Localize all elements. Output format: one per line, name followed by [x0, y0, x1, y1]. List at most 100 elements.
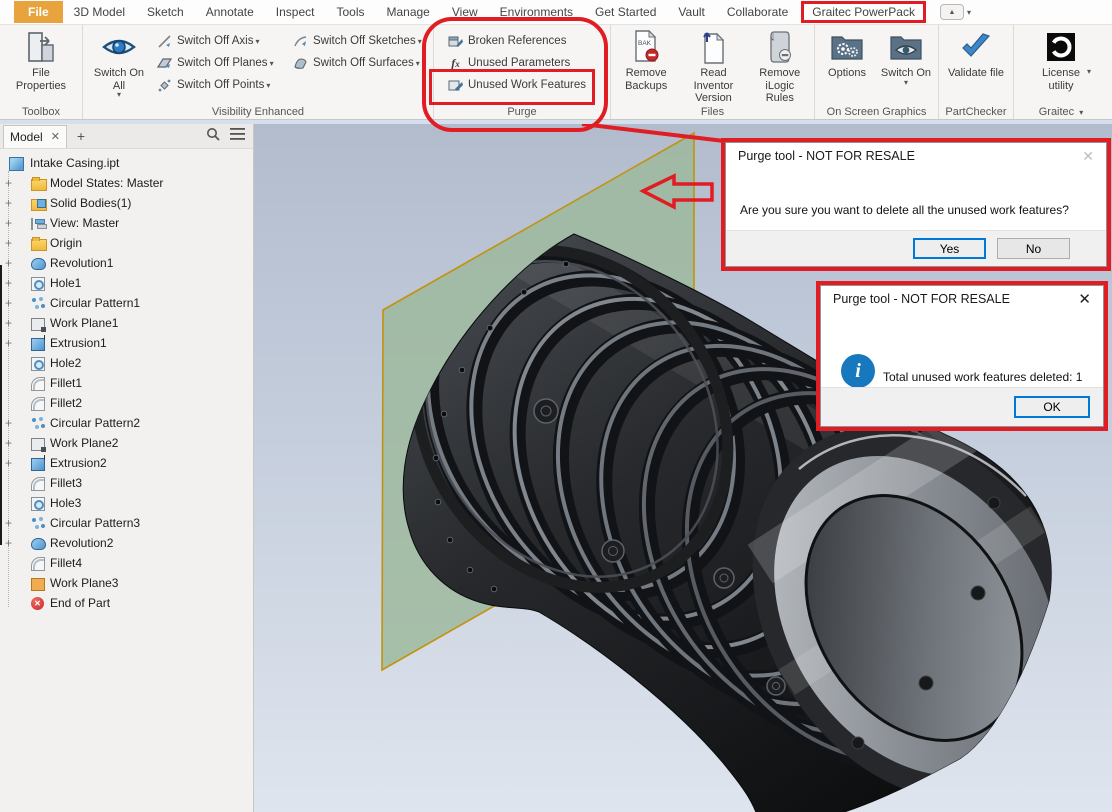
menu-tab-3d-model[interactable]: 3D Model	[63, 2, 136, 22]
tree-item-revolution1[interactable]: Revolution1	[0, 253, 253, 273]
expander-icon[interactable]	[3, 258, 14, 269]
expander-icon[interactable]	[3, 238, 14, 249]
menu-tab-sketch[interactable]: Sketch	[136, 2, 195, 22]
expander-icon[interactable]	[3, 538, 14, 549]
tree-item-intake-casing-ipt[interactable]: Intake Casing.ipt	[0, 153, 253, 173]
tree-item-extrusion2[interactable]: Extrusion2	[0, 453, 253, 473]
switch-on-all-button[interactable]: Switch On All ▾	[86, 27, 152, 99]
menu-tab-collaborate[interactable]: Collaborate	[716, 2, 799, 22]
chevron-down-icon[interactable]: ▾	[255, 37, 259, 46]
broken-references-button[interactable]: Broken References	[443, 30, 607, 52]
file-properties-label: File Properties	[15, 67, 67, 92]
tree-item-work-plane2[interactable]: Work Plane2	[0, 433, 253, 453]
read-inventor-version-button[interactable]: Read Inventor Version	[678, 27, 748, 107]
graphics-viewport[interactable]: Purge tool - NOT FOR RESALE ✕ Are you su…	[254, 124, 1112, 812]
menu-tab-manage[interactable]: Manage	[375, 2, 440, 22]
remove-ilogic-rules-icon	[768, 29, 792, 65]
yes-button[interactable]: Yes	[913, 238, 986, 259]
tree-item-solid-bodies-1-[interactable]: Solid Bodies(1)	[0, 193, 253, 213]
tree-item-label: Hole2	[50, 356, 82, 370]
tree-item-hole3[interactable]: Hole3	[0, 493, 253, 513]
remove-ilogic-rules-label: Remove iLogic Rules	[759, 67, 801, 105]
expander-icon[interactable]	[3, 278, 14, 289]
tree-item-origin[interactable]: Origin	[0, 233, 253, 253]
browser-tab-model[interactable]: Model ✕	[3, 124, 67, 148]
menu-tab-tools[interactable]: Tools	[325, 2, 375, 22]
add-tab-icon[interactable]: +	[77, 128, 85, 144]
switch-on-button[interactable]: Switch On ▾	[876, 27, 936, 87]
chevron-down-icon[interactable]: ▾	[1079, 108, 1083, 117]
menu-tab-inspect[interactable]: Inspect	[265, 2, 326, 22]
search-icon[interactable]	[206, 127, 220, 146]
purge-confirm-dialog: Purge tool - NOT FOR RESALE ✕ Are you su…	[725, 142, 1107, 267]
unused-work-features-button[interactable]: Unused Work Features	[443, 74, 607, 96]
chevron-down-icon[interactable]: ▾	[270, 59, 274, 68]
tree-item-fillet2[interactable]: Fillet2	[0, 393, 253, 413]
tree-item-revolution2[interactable]: Revolution2	[0, 533, 253, 553]
expander-icon[interactable]	[3, 438, 14, 449]
expander-icon[interactable]	[3, 518, 14, 529]
close-icon[interactable]: ✕	[1082, 148, 1094, 165]
expander-icon[interactable]	[3, 198, 14, 209]
ok-button[interactable]: OK	[1014, 396, 1090, 418]
tree-item-work-plane3[interactable]: Work Plane3	[0, 573, 253, 593]
menu-tab-get-started[interactable]: Get Started	[584, 2, 667, 22]
tree-item-end-of-part[interactable]: End of Part	[0, 593, 253, 613]
unused-parameters-label: Unused Parameters	[468, 57, 571, 69]
ribbon-collapse-control[interactable]: ▲ ▾	[939, 4, 971, 20]
chevron-down-icon[interactable]: ▾	[418, 37, 422, 46]
remove-backups-button[interactable]: BAK Remove Backups	[614, 27, 678, 94]
switch-off-planes-button[interactable]: Switch Off Planes ▾	[152, 52, 288, 74]
ribbon-group-files: BAK Remove Backups Read Inventor Version	[611, 25, 815, 119]
chevron-down-icon[interactable]: ▾	[266, 81, 270, 90]
unused-parameters-button[interactable]: fx Unused Parameters	[443, 52, 607, 74]
tree-item-model-states-master[interactable]: Model States: Master	[0, 173, 253, 193]
tree-item-circular-pattern3[interactable]: Circular Pattern3	[0, 513, 253, 533]
close-icon[interactable]: ✕	[51, 130, 60, 143]
options-button[interactable]: Options	[818, 27, 876, 82]
chevron-down-icon[interactable]: ▾	[117, 91, 121, 99]
menu-tab-vault[interactable]: Vault	[667, 2, 715, 22]
chevron-down-icon[interactable]: ▾	[967, 8, 971, 17]
tree-item-fillet3[interactable]: Fillet3	[0, 473, 253, 493]
file-properties-button[interactable]: File Properties	[10, 27, 72, 94]
validate-file-button[interactable]: Validate file	[945, 27, 1007, 82]
tree-item-view-master[interactable]: View: Master	[0, 213, 253, 233]
tree-item-hole1[interactable]: Hole1	[0, 273, 253, 293]
dialog-titlebar[interactable]: Purge tool - NOT FOR RESALE ✕	[726, 143, 1106, 169]
expander-icon[interactable]	[3, 458, 14, 469]
expander-icon[interactable]	[3, 218, 14, 229]
menu-tab-file[interactable]: File	[14, 1, 63, 23]
tree-item-hole2[interactable]: Hole2	[0, 353, 253, 373]
menu-tab-environments[interactable]: Environments	[489, 2, 584, 22]
no-button[interactable]: No	[997, 238, 1070, 259]
hamburger-menu-icon[interactable]	[230, 127, 245, 145]
switch-on-folder-eye-icon	[889, 29, 923, 65]
expander-icon[interactable]	[3, 338, 14, 349]
switch-off-points-button[interactable]: Switch Off Points ▾	[152, 74, 288, 96]
dialog-titlebar[interactable]: Purge tool - NOT FOR RESALE ✕	[821, 286, 1103, 312]
tree-item-work-plane1[interactable]: Work Plane1	[0, 313, 253, 333]
tree-item-circular-pattern1[interactable]: Circular Pattern1	[0, 293, 253, 313]
menu-tab-view[interactable]: View	[441, 2, 489, 22]
ribbon-collapse-icon[interactable]: ▲	[939, 4, 964, 20]
chevron-down-icon[interactable]: ▾	[416, 59, 420, 68]
tree-item-circular-pattern2[interactable]: Circular Pattern2	[0, 413, 253, 433]
menu-tab-graitec-powerpack[interactable]: Graitec PowerPack	[801, 1, 926, 23]
switch-off-axis-button[interactable]: Switch Off Axis ▾	[152, 30, 288, 52]
tree-item-fillet1[interactable]: Fillet1	[0, 373, 253, 393]
chevron-down-icon[interactable]: ▾	[904, 78, 908, 86]
chevron-down-icon[interactable]: ▾	[1087, 68, 1091, 76]
switch-off-surfaces-button[interactable]: Switch Off Surfaces ▾	[288, 52, 428, 74]
expander-icon[interactable]	[3, 318, 14, 329]
expander-icon[interactable]	[3, 178, 14, 189]
tree-item-extrusion1[interactable]: Extrusion1	[0, 333, 253, 353]
expander-icon[interactable]	[3, 298, 14, 309]
menu-tab-annotate[interactable]: Annotate	[195, 2, 265, 22]
expander-icon[interactable]	[3, 418, 14, 429]
tree-item-fillet4[interactable]: Fillet4	[0, 553, 253, 573]
remove-ilogic-rules-button[interactable]: Remove iLogic Rules	[749, 27, 811, 107]
close-icon[interactable]: ✕	[1078, 290, 1091, 308]
switch-off-sketches-button[interactable]: Switch Off Sketches ▾	[288, 30, 428, 52]
license-utility-button[interactable]: License utility ▾	[1028, 27, 1094, 94]
